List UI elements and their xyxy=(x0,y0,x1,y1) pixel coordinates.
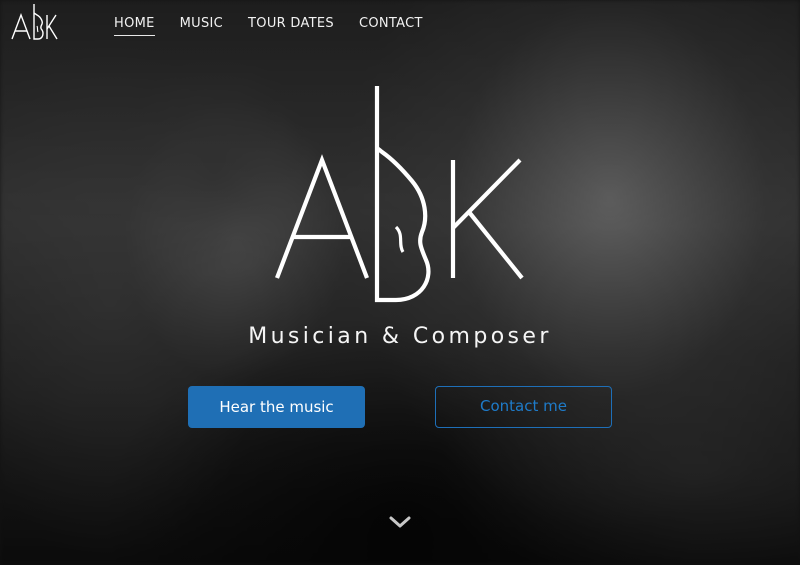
hear-the-music-button[interactable]: Hear the music xyxy=(188,386,365,428)
contact-me-button[interactable]: Contact me xyxy=(435,386,612,428)
hero-tagline: Musician & Composer xyxy=(248,324,552,349)
nav-link-contact[interactable]: CONTACT xyxy=(359,16,423,36)
chevron-down-icon[interactable] xyxy=(387,512,413,532)
nav-link-music[interactable]: MUSIC xyxy=(180,16,223,36)
top-navigation: HOME MUSIC TOUR DATES CONTACT xyxy=(0,0,800,50)
nav-link-tour-dates[interactable]: TOUR DATES xyxy=(248,16,334,36)
nav-links: HOME MUSIC TOUR DATES CONTACT xyxy=(114,16,448,36)
site-logo[interactable] xyxy=(10,2,58,42)
nav-link-home[interactable]: HOME xyxy=(114,16,155,36)
hero-logo xyxy=(275,86,524,303)
